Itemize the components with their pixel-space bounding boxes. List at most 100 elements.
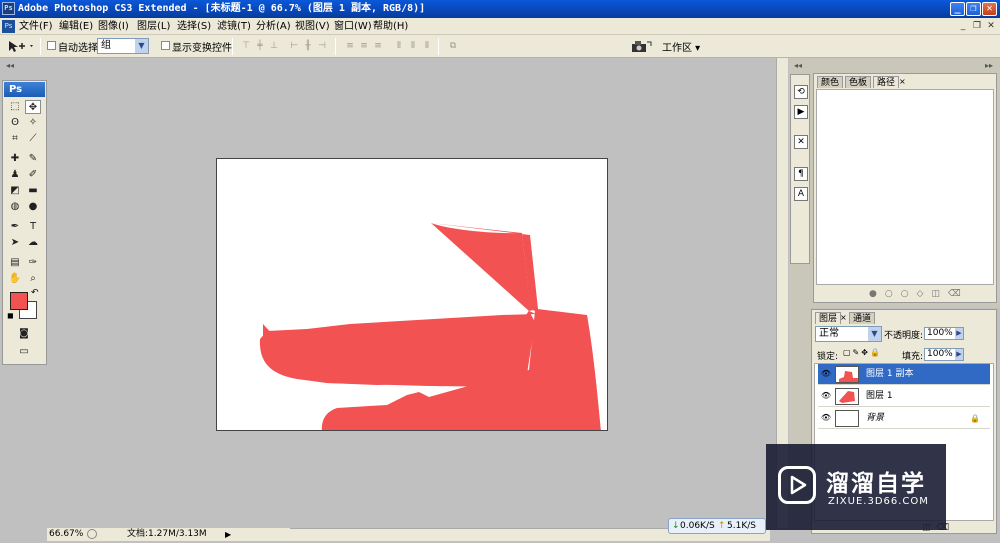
screen-mode-icon[interactable]: ▭: [16, 345, 32, 359]
blur-tool-icon[interactable]: ◍: [7, 200, 23, 214]
auto-align-layers-icon[interactable]: ⧉: [447, 41, 459, 52]
status-info-icon[interactable]: [87, 529, 97, 539]
brush-tool-icon[interactable]: ✎: [25, 152, 41, 166]
menu-file[interactable]: 文件(F): [19, 18, 53, 35]
menu-view[interactable]: 视图(V): [295, 18, 330, 35]
character-panel-icon[interactable]: A: [794, 187, 808, 201]
eye-icon[interactable]: 👁: [819, 365, 833, 383]
tab-swatches[interactable]: 色板: [845, 76, 872, 88]
opacity-input[interactable]: 100% ▶: [924, 327, 964, 340]
path-selection-tool-icon[interactable]: ➤: [7, 236, 23, 250]
menu-window[interactable]: 窗口(W): [334, 18, 372, 35]
eyedropper-tool-icon[interactable]: ✑: [25, 256, 41, 270]
history-brush-tool-icon[interactable]: ✐: [25, 168, 41, 182]
marquee-tool-icon[interactable]: ⬚: [7, 100, 23, 114]
window-title: Adobe Photoshop CS3 Extended - [未标题-1 @ …: [18, 3, 426, 14]
menu-help[interactable]: 帮助(H): [373, 18, 408, 35]
close-tab-icon[interactable]: ×: [899, 77, 906, 86]
blend-mode-dropdown[interactable]: 正常 ▼: [815, 326, 882, 342]
menu-filter[interactable]: 滤镜(T): [217, 18, 251, 35]
slice-tool-icon[interactable]: ⟋: [25, 132, 41, 146]
collapse-arrows-icon[interactable]: ◂◂: [6, 61, 14, 70]
eraser-tool-icon[interactable]: ◩: [7, 184, 23, 198]
zoom-level[interactable]: 66.67%: [49, 528, 83, 541]
document-icon[interactable]: Ps: [2, 20, 15, 33]
expand-arrows-icon[interactable]: ◂◂: [794, 61, 802, 70]
lock-icons[interactable]: ▢✎✥🔒: [843, 348, 882, 357]
quick-mask-icon[interactable]: ◙: [16, 327, 32, 341]
workspace-menu[interactable]: 工作区 ▾: [662, 39, 700, 54]
eye-icon[interactable]: 👁: [819, 387, 833, 405]
tab-layers[interactable]: 图层: [815, 312, 842, 324]
minimize-button[interactable]: _: [950, 2, 965, 16]
hand-tool-icon[interactable]: ✋: [7, 272, 23, 286]
tab-color[interactable]: 颜色: [817, 76, 844, 88]
chevron-down-icon: ▼: [135, 39, 148, 53]
notes-tool-icon[interactable]: ▤: [7, 256, 23, 270]
type-tool-icon[interactable]: T: [25, 220, 41, 234]
auto-select-dropdown[interactable]: 组 ▼: [97, 38, 149, 54]
menu-image[interactable]: 图像(I): [98, 18, 129, 35]
gradient-tool-icon[interactable]: ▬: [25, 184, 41, 198]
paragraph-panel-icon[interactable]: ¶: [794, 167, 808, 181]
photoshop-logo[interactable]: Ps: [4, 82, 45, 97]
distribute-bottom-icon[interactable]: ≡: [372, 41, 384, 52]
move-tool-preset-picker[interactable]: [5, 39, 35, 54]
distribute-top-icon[interactable]: ≡: [344, 41, 356, 52]
distribute-vcenter-icon[interactable]: ≡: [358, 41, 370, 52]
move-tool-icon[interactable]: ✥: [25, 100, 41, 114]
distribute-hcenter-icon[interactable]: ⦀: [407, 41, 419, 52]
menu-select[interactable]: 选择(S): [177, 18, 211, 35]
bridge-icon[interactable]: [630, 39, 652, 54]
layer-row[interactable]: 👁 图层 1 副本: [818, 364, 990, 385]
crop-tool-icon[interactable]: ⌗: [7, 132, 23, 146]
layer-row[interactable]: 👁 背景 🔒: [818, 408, 990, 429]
separator: [232, 38, 233, 55]
align-hcenter-icon[interactable]: ╫: [302, 41, 314, 52]
shape-tool-icon[interactable]: ☁: [25, 236, 41, 250]
fill-input[interactable]: 100% ▶: [924, 348, 964, 361]
chevron-right-icon: ▶: [955, 328, 963, 339]
align-bottom-icon[interactable]: ⊥: [268, 41, 280, 52]
eye-icon[interactable]: 👁: [819, 409, 833, 427]
align-vcenter-icon[interactable]: ╪: [254, 41, 266, 52]
align-right-icon[interactable]: ⊣: [316, 41, 328, 52]
clone-stamp-tool-icon[interactable]: ♟: [7, 168, 23, 182]
close-button[interactable]: ✕: [982, 2, 997, 16]
document-canvas[interactable]: [216, 158, 608, 431]
auto-select-checkbox[interactable]: [47, 41, 56, 50]
swap-colors-icon[interactable]: ↶: [31, 288, 39, 298]
doc-restore-button[interactable]: ❐: [971, 20, 983, 32]
dodge-tool-icon[interactable]: ●: [25, 200, 41, 214]
doc-close-button[interactable]: ✕: [985, 20, 997, 32]
menu-layer[interactable]: 图层(L): [137, 18, 170, 35]
path-action-icons[interactable]: ●○○◇◫⌫: [869, 289, 969, 299]
status-menu-arrow-icon[interactable]: ▶: [225, 528, 231, 541]
default-colors-icon[interactable]: ◼: [7, 311, 14, 320]
menu-analysis[interactable]: 分析(A): [256, 18, 291, 35]
history-panel-icon[interactable]: ⟲: [794, 85, 808, 99]
tab-channels[interactable]: 通道: [849, 312, 876, 324]
show-transform-checkbox[interactable]: [161, 41, 170, 50]
align-left-icon[interactable]: ⊢: [288, 41, 300, 52]
close-tab-icon[interactable]: ×: [840, 313, 847, 322]
collapsed-panels: ⟲ ▶ ✕ ¶ A: [790, 74, 810, 264]
pen-tool-icon[interactable]: ✒: [7, 220, 23, 234]
tab-paths[interactable]: 路径: [873, 76, 900, 88]
magic-wand-tool-icon[interactable]: ✧: [25, 116, 41, 130]
menu-edit[interactable]: 编辑(E): [59, 18, 93, 35]
tool-presets-panel-icon[interactable]: ✕: [794, 135, 808, 149]
restore-button[interactable]: ❐: [966, 2, 981, 16]
actions-panel-icon[interactable]: ▶: [794, 105, 808, 119]
lasso-tool-icon[interactable]: ʘ: [7, 116, 23, 130]
foreground-color-swatch[interactable]: [10, 292, 28, 310]
align-top-icon[interactable]: ⊤: [240, 41, 252, 52]
zoom-tool-icon[interactable]: ⌕: [25, 272, 41, 286]
doc-minimize-button[interactable]: _: [957, 20, 969, 32]
dock-arrows-icon[interactable]: ▸▸: [985, 61, 993, 70]
healing-brush-tool-icon[interactable]: ✚: [7, 152, 23, 166]
layer-row[interactable]: 👁 图层 1: [818, 386, 990, 407]
status-bar: 66.67% 文档:1.27M/3.13M ▶: [47, 528, 290, 541]
distribute-left-icon[interactable]: ⦀: [393, 41, 405, 52]
distribute-right-icon[interactable]: ⦀: [421, 41, 433, 52]
